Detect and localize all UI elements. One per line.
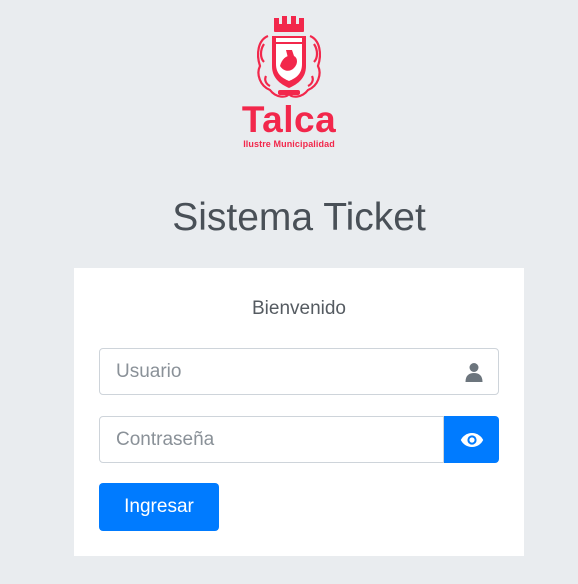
municipality-logo: Talca Ilustre Municipalidad <box>0 14 578 149</box>
username-group <box>99 348 499 395</box>
brand-subtitle: Ilustre Municipalidad <box>243 139 335 149</box>
username-input[interactable] <box>100 349 498 394</box>
password-input[interactable] <box>100 417 443 462</box>
password-field-wrapper <box>99 416 444 463</box>
toggle-password-button[interactable] <box>444 416 499 463</box>
page-title: Sistema Ticket <box>172 196 426 239</box>
brand-name: Talca <box>241 99 337 140</box>
user-icon <box>465 363 483 382</box>
password-group <box>99 416 499 463</box>
username-field-wrapper <box>99 348 499 395</box>
crest-icon <box>257 16 321 98</box>
login-submit-button[interactable]: Ingresar <box>99 483 219 531</box>
welcome-text: Bienvenido <box>251 298 347 319</box>
login-card: Bienvenido Ingresar <box>74 268 524 556</box>
eye-icon <box>460 432 483 447</box>
